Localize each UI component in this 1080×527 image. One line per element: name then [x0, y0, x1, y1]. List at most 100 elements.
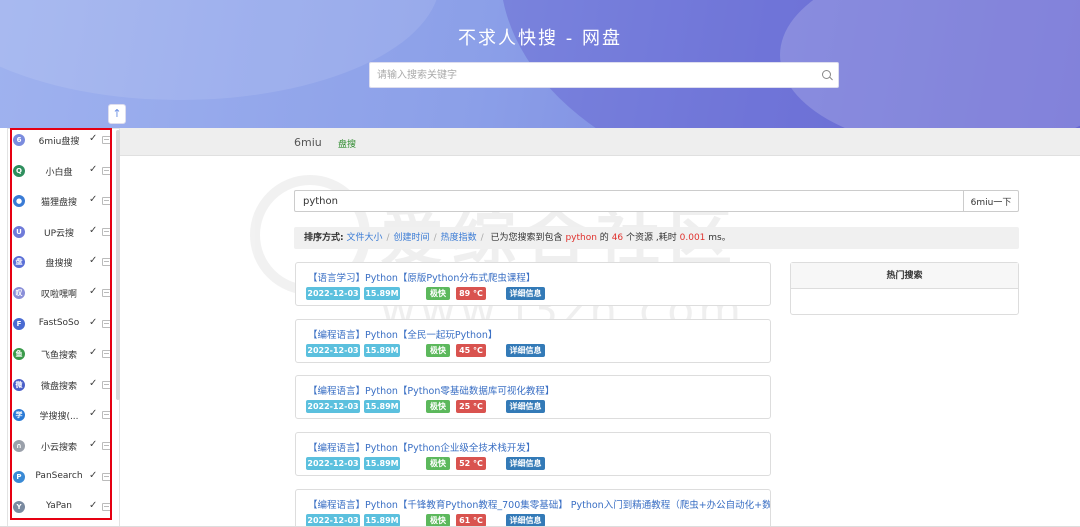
result-size-badge: 15.89M — [364, 457, 400, 470]
engine-logo-icon: 鱼 — [13, 348, 25, 361]
result-card: 【编程语言】Python【Python企业级全技术栈开发】 2022-12-03 1… — [295, 432, 771, 476]
engine-item[interactable]: 叹 叹啦嘿啊 ✓ — [13, 284, 111, 304]
hero-banner: 不求人快搜 - 网盘 — [0, 0, 1080, 128]
collapse-box-icon[interactable] — [102, 503, 111, 512]
result-detail-button[interactable]: 详细信息 — [506, 287, 545, 300]
engine-item[interactable]: ∩ 小云搜索 ✓ — [13, 437, 111, 457]
engine-name: YaPan — [45, 501, 72, 512]
site-title: 不求人快搜 - 网盘 — [458, 28, 622, 49]
hero-search-box[interactable] — [369, 62, 839, 88]
collapse-box-icon[interactable] — [102, 289, 111, 297]
collapse-box-icon[interactable] — [102, 411, 111, 420]
navbar-brand[interactable]: 6miu — [294, 136, 322, 149]
sort-separator: / — [433, 233, 437, 243]
result-heat-badge: 25 °C — [456, 400, 486, 413]
engine-name: 小白盘 — [45, 167, 73, 178]
check-icon[interactable]: ✓ — [89, 255, 97, 266]
engine-logo-icon: U — [13, 225, 25, 238]
result-title-link[interactable]: 【编程语言】Python【Python零基础数据库可视化教程】 — [308, 383, 554, 397]
search-submit-button[interactable]: 6miu一下 — [963, 190, 1019, 212]
engine-logo-icon: 盘 — [13, 256, 25, 269]
check-icon[interactable]: ✓ — [89, 317, 97, 328]
check-icon[interactable]: ✓ — [89, 500, 97, 511]
result-title-link[interactable]: 【语言学习】Python【原版Python分布式爬虫课程】 — [308, 270, 535, 284]
result-size-badge: 15.89M — [364, 344, 400, 357]
result-size-badge: 15.89M — [364, 287, 400, 300]
result-detail-button[interactable]: 详细信息 — [506, 457, 545, 470]
engine-name: FastSoSo — [38, 317, 80, 328]
engine-item[interactable]: U UP云搜 ✓ — [13, 223, 111, 243]
result-summary-mid2: 个资源 ,耗时 — [626, 233, 677, 243]
top-navbar: 6miu 盘搜 — [120, 128, 1080, 156]
engine-logo-icon: 叹 — [13, 287, 25, 299]
engine-item[interactable]: F FastSoSo ✓ — [13, 315, 111, 335]
result-date-badge: 2022-12-03 — [306, 287, 360, 300]
collapse-box-icon[interactable] — [102, 472, 111, 481]
nav-link-pansou[interactable]: 盘搜 — [338, 137, 356, 150]
engine-item[interactable]: Q 小白盘 ✓ — [13, 162, 111, 182]
result-detail-button[interactable]: 详细信息 — [506, 400, 545, 413]
sort-by-hot[interactable]: 热度指数 — [441, 233, 477, 243]
engine-item[interactable]: 鱼 飞鱼搜索 ✓ — [13, 345, 111, 365]
search-icon[interactable] — [822, 70, 831, 79]
result-title-link[interactable]: 【编程语言】Python【全民一起玩Python】 — [308, 327, 497, 341]
sort-by-size[interactable]: 文件大小 — [346, 233, 382, 243]
hot-search-panel: 热门搜索 — [790, 262, 1019, 315]
sort-by-created[interactable]: 创建时间 — [394, 233, 430, 243]
check-icon[interactable]: ✓ — [89, 133, 97, 144]
result-summary-suffix: ms。 — [708, 233, 731, 243]
collapse-box-icon[interactable] — [102, 350, 111, 359]
collapse-box-icon[interactable] — [102, 136, 111, 144]
result-card: 【编程语言】Python【千锋教育Python教程_700集零基础】 Pytho… — [295, 489, 771, 527]
result-count: 46 — [611, 233, 624, 243]
collapse-box-icon[interactable] — [102, 442, 111, 450]
sort-label: 排序方式: — [304, 233, 344, 243]
hot-search-title: 热门搜索 — [791, 263, 1018, 289]
engine-item[interactable]: 盘 盘搜搜 ✓ — [13, 253, 111, 273]
result-card: 【编程语言】Python【Python零基础数据库可视化教程】 2022-12-0… — [295, 375, 771, 419]
check-icon[interactable]: ✓ — [89, 225, 97, 236]
collapse-box-icon[interactable] — [102, 227, 111, 236]
check-icon[interactable]: ✓ — [89, 164, 97, 175]
result-card: 【语言学习】Python【原版Python分布式爬虫课程】 2022-12-03 1… — [295, 262, 771, 306]
engine-item[interactable]: 6 6miu盘搜 ✓ — [13, 131, 111, 151]
sort-bar: 排序方式: 文件大小 / 创建时间 / 热度指数 / 已为您搜索到包含 python 的 … — [294, 227, 1019, 249]
collapse-box-icon[interactable] — [102, 197, 111, 206]
check-icon[interactable]: ✓ — [89, 439, 97, 450]
engine-name: 猫狸盘搜 — [40, 198, 77, 209]
check-icon[interactable]: ✓ — [89, 470, 97, 481]
engine-name: PanSearch — [35, 470, 83, 481]
collapse-box-icon[interactable] — [102, 380, 111, 389]
collapse-box-icon[interactable] — [102, 319, 111, 328]
sidebar-collapse-button[interactable]: ↑ — [108, 104, 126, 124]
engine-item[interactable]: P PanSearch ✓ — [13, 468, 111, 488]
engine-name: 盘搜搜 — [45, 259, 73, 270]
collapse-box-icon[interactable] — [102, 258, 111, 267]
result-heat-badge: 45 °C — [456, 344, 486, 357]
engine-item[interactable]: 微 微盘搜索 ✓ — [13, 376, 111, 396]
result-title-link[interactable]: 【编程语言】Python【Python企业级全技术栈开发】 — [308, 440, 535, 454]
check-icon[interactable]: ✓ — [89, 378, 97, 389]
engine-logo-icon: 微 — [13, 378, 25, 391]
engine-logo-icon: ● — [13, 195, 25, 208]
result-title-link[interactable]: 【编程语言】Python【千锋教育Python教程_700集零基础】 Pytho… — [308, 497, 770, 511]
engine-item[interactable]: Y YaPan ✓ — [13, 498, 111, 518]
collapse-box-icon[interactable] — [102, 166, 111, 175]
hero-search-input[interactable] — [370, 63, 810, 87]
check-icon[interactable]: ✓ — [89, 194, 97, 205]
engine-item[interactable]: ● 猫狸盘搜 ✓ — [13, 192, 111, 212]
sidebar-scrollbar[interactable] — [116, 130, 120, 400]
engine-logo-icon: 6 — [13, 134, 25, 146]
engine-name: UP云搜 — [43, 228, 74, 239]
result-heat-badge: 52 °C — [456, 457, 486, 470]
check-icon[interactable]: ✓ — [89, 347, 97, 358]
check-icon[interactable]: ✓ — [89, 408, 97, 419]
main-search-input[interactable] — [294, 190, 964, 212]
sort-separator: / — [480, 233, 484, 243]
result-date-badge: 2022-12-03 — [306, 457, 360, 470]
engine-item[interactable]: 学 学搜搜(... ✓ — [13, 406, 111, 426]
check-icon[interactable]: ✓ — [89, 286, 97, 297]
engine-logo-icon: Y — [13, 501, 25, 514]
result-card: 【编程语言】Python【全民一起玩Python】 2022-12-03 15.89… — [295, 319, 771, 363]
result-detail-button[interactable]: 详细信息 — [506, 344, 545, 357]
